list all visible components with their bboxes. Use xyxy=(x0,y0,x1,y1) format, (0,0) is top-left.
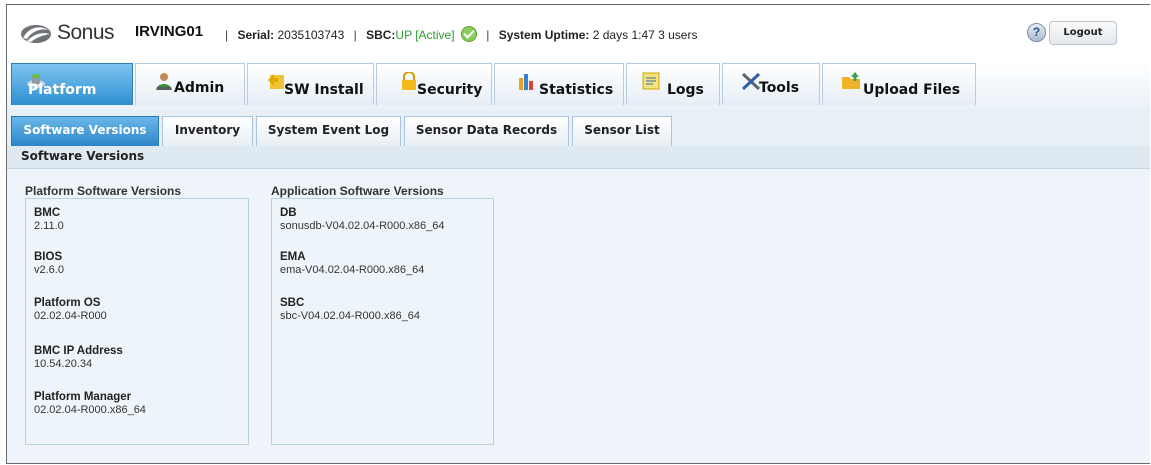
section-title: Software Versions xyxy=(21,149,145,163)
list-item: SBC sbc-V04.02.04-R000.x86_64 xyxy=(280,297,420,322)
header-bar: Sonus IRVING01 | Serial: 2035103743 | SB… xyxy=(7,5,1150,59)
list-item: EMA ema-V04.02.04-R000.x86_64 xyxy=(280,251,424,276)
subtab-inventory[interactable]: Inventory xyxy=(162,116,253,146)
application-panel-title: Application Software Versions xyxy=(271,184,444,198)
tools-icon xyxy=(741,72,761,90)
bar-chart-icon xyxy=(519,74,533,90)
section-header: Software Versions xyxy=(7,146,1150,169)
tab-label: Upload Files xyxy=(863,82,961,98)
sonus-swoosh-icon xyxy=(21,25,51,43)
content-area: Platform Software Versions BMC 2.11.0 BI… xyxy=(7,169,1150,463)
tab-upload-files[interactable]: Upload Files xyxy=(822,63,976,105)
sbc-label: SBC: xyxy=(366,28,396,42)
admin-user-icon xyxy=(156,73,172,90)
subtab-software-versions[interactable]: Software Versions xyxy=(11,116,159,146)
tab-admin[interactable]: Admin xyxy=(135,63,245,105)
tab-label: Platform xyxy=(28,82,97,98)
sbc-status: UP [Active] xyxy=(395,28,455,42)
logout-button[interactable]: Logout xyxy=(1049,21,1117,45)
lock-icon xyxy=(402,72,416,90)
item-key: BMC xyxy=(34,207,61,219)
subtab-system-event-log[interactable]: System Event Log xyxy=(256,116,401,146)
tab-label: Admin xyxy=(174,80,225,96)
item-value: v2.6.0 xyxy=(34,264,64,276)
list-item: DB sonusdb-V04.02.04-R000.x86_64 xyxy=(280,207,445,232)
serial-label: Serial: xyxy=(237,28,275,42)
tab-platform[interactable]: Platform xyxy=(11,63,133,105)
list-item: Platform Manager 02.02.04-R000.x86_64 xyxy=(34,391,146,416)
item-key: BMC IP Address xyxy=(34,345,123,357)
status-ok-icon xyxy=(460,26,477,42)
item-value: sonusdb-V04.02.04-R000.x86_64 xyxy=(280,220,445,232)
platform-panel-title: Platform Software Versions xyxy=(25,184,182,198)
item-value: 10.54.20.34 xyxy=(34,358,93,370)
item-key: SBC xyxy=(280,297,305,309)
brand-name: Sonus xyxy=(57,21,115,44)
platform-software-panel: BMC 2.11.0 BIOS v2.6.0 Platform OS 02.02… xyxy=(25,198,249,445)
item-key: Platform OS xyxy=(34,297,101,309)
application-software-panel: DB sonusdb-V04.02.04-R000.x86_64 EMA ema… xyxy=(271,198,494,445)
list-item: BIOS v2.6.0 xyxy=(34,251,64,276)
uptime-value: 2 days 1:47 3 users xyxy=(592,28,698,42)
subtab-sensor-list[interactable]: Sensor List xyxy=(572,116,672,146)
system-info: | Serial: 2035103743 | SBC:UP [Active] |… xyxy=(225,26,698,42)
log-file-icon xyxy=(642,72,660,90)
hostname: IRVING01 xyxy=(135,23,204,40)
upload-folder-icon xyxy=(842,72,860,89)
main-tab-bar: Platform Admin SW Install Security Stati… xyxy=(7,60,1150,165)
sub-tab-bar: Software Versions Inventory System Event… xyxy=(7,110,1150,147)
tab-security[interactable]: Security xyxy=(376,63,492,105)
uptime-label: System Uptime: xyxy=(498,28,590,42)
tab-statistics[interactable]: Statistics xyxy=(494,63,624,105)
app-window: Sonus IRVING01 | Serial: 2035103743 | SB… xyxy=(6,4,1150,464)
tab-label: Statistics xyxy=(539,82,614,98)
item-value: ema-V04.02.04-R000.x86_64 xyxy=(280,264,425,276)
item-key: BIOS xyxy=(34,251,63,263)
list-item: Platform OS 02.02.04-R000 xyxy=(34,297,107,322)
tab-label: Logs xyxy=(667,82,704,98)
subtab-sensor-data-records[interactable]: Sensor Data Records xyxy=(404,116,569,146)
item-value: 2.11.0 xyxy=(34,220,64,232)
serial-value: 2035103743 xyxy=(277,28,345,42)
list-item: BMC 2.11.0 xyxy=(34,207,64,232)
item-key: EMA xyxy=(280,251,306,263)
sonus-logo: Sonus xyxy=(19,21,127,45)
tab-tools[interactable]: Tools xyxy=(722,63,820,105)
item-key: DB xyxy=(280,207,297,219)
tab-label: SW Install xyxy=(284,82,364,98)
item-value: sbc-V04.02.04-R000.x86_64 xyxy=(280,310,421,322)
tab-logs[interactable]: Logs xyxy=(626,63,720,105)
list-item: BMC IP Address 10.54.20.34 xyxy=(34,345,123,370)
tab-label: Tools xyxy=(759,80,800,96)
tab-sw-install[interactable]: SW Install xyxy=(247,63,374,105)
install-icon xyxy=(268,74,284,89)
item-key: Platform Manager xyxy=(34,391,132,403)
help-icon[interactable]: ? xyxy=(1027,23,1046,42)
item-value: 02.02.04-R000 xyxy=(34,310,107,322)
tab-label: Security xyxy=(417,82,483,98)
item-value: 02.02.04-R000.x86_64 xyxy=(34,404,146,416)
